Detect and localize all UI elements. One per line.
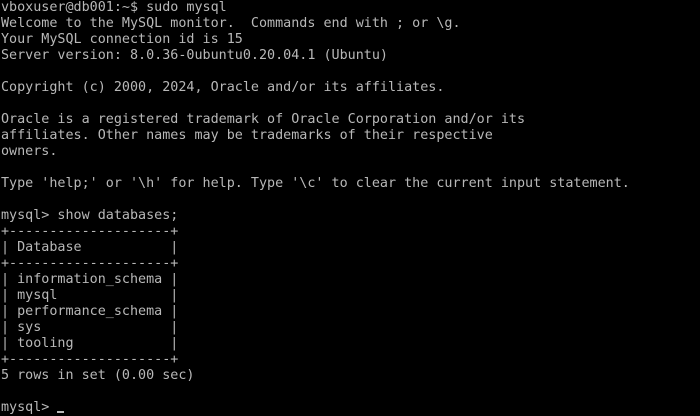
- table-row: | mysql |: [1, 288, 179, 303]
- table-border-bottom: +--------------------+: [1, 352, 179, 367]
- trademark-line: affiliates. Other names may be trademark…: [1, 128, 493, 143]
- mysql-prompt-line[interactable]: mysql>: [1, 400, 700, 416]
- table-row: | performance_schema |: [1, 304, 179, 319]
- terminal-window[interactable]: vboxuser@db001:~$ sudo mysql Welcome to …: [0, 0, 700, 415]
- welcome-line: Welcome to the MySQL monitor. Commands e…: [1, 16, 461, 31]
- table-row: | information_schema |: [1, 272, 179, 287]
- text-cursor: [57, 411, 65, 413]
- table-row: | sys |: [1, 320, 179, 335]
- result-summary-line: 5 rows in set (0.00 sec): [1, 368, 195, 383]
- help-line: Type 'help;' or '\h' for help. Type '\c'…: [1, 176, 630, 191]
- table-border-top: +--------------------+: [1, 224, 179, 239]
- server-version-line: Server version: 8.0.36-0ubuntu0.20.04.1 …: [1, 48, 388, 63]
- table-border-mid: +--------------------+: [1, 256, 179, 271]
- connection-id-line: Your MySQL connection id is 15: [1, 32, 243, 47]
- trademark-line: Oracle is a registered trademark of Orac…: [1, 112, 526, 127]
- table-row: | tooling |: [1, 336, 179, 351]
- copyright-line: Copyright (c) 2000, 2024, Oracle and/or …: [1, 80, 445, 95]
- query-line: mysql> show databases;: [1, 208, 179, 223]
- table-header: | Database |: [1, 240, 179, 255]
- trademark-line: owners.: [1, 144, 58, 159]
- mysql-prompt: mysql>: [1, 400, 58, 415]
- shell-command-line: vboxuser@db001:~$ sudo mysql: [1, 0, 227, 15]
